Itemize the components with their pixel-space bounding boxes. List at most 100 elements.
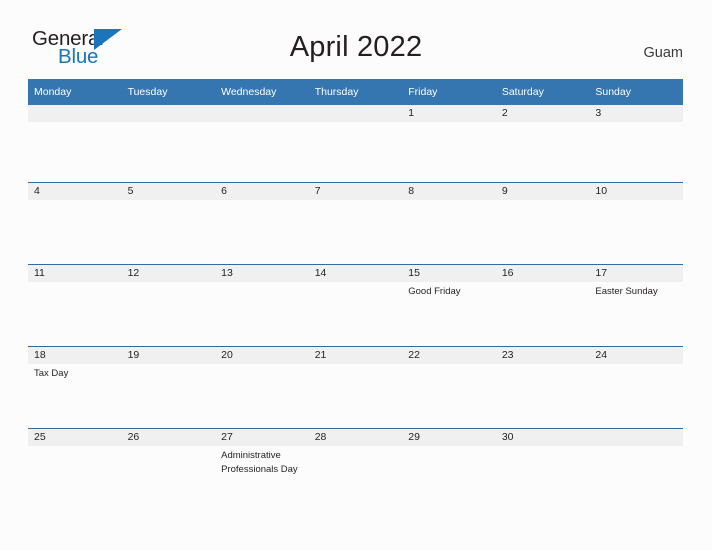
day-cell[interactable]: 5 [121,182,216,265]
location-label: Guam [643,45,684,61]
page-title: April 2022 [289,31,423,63]
day-cell[interactable]: 11 [28,264,122,347]
day-cell[interactable]: 8 [402,182,496,265]
day-number: 21 [308,347,403,364]
day-events [589,364,683,367]
day-events [215,364,309,367]
week-row: 1 2 3 [28,105,683,183]
day-number: 10 [589,183,683,200]
day-number: 17 [589,265,683,282]
day-cell[interactable]: 2 [495,105,590,183]
week-row: 18 Tax Day 19 20 21 22 23 24 [28,346,683,429]
day-cell[interactable] [28,105,122,183]
event-label: Easter Sunday [595,286,658,297]
day-cell[interactable]: 26 [121,428,216,505]
day-events [496,282,590,285]
day-number: 14 [308,265,403,282]
weekday-header-thursday: Thursday [308,79,403,105]
day-number: 29 [402,429,496,446]
day-cell[interactable]: 7 [308,182,403,265]
day-events [496,122,590,125]
day-cell[interactable]: 17 Easter Sunday [589,264,683,347]
day-cell[interactable]: 12 [121,264,216,347]
day-events [28,122,122,125]
day-cell[interactable]: 27 Administrative Professionals Day [215,428,309,505]
week-row: 4 5 6 7 8 9 10 [28,182,683,265]
weekday-header-row: Monday Tuesday Wednesday Thursday Friday… [28,79,683,105]
day-cell[interactable]: 3 [589,105,683,183]
day-events: Good Friday [402,282,496,299]
day-cell[interactable]: 1 [402,105,496,183]
day-events [589,446,683,449]
day-cell[interactable]: 30 [495,428,590,505]
day-number: 26 [121,429,216,446]
day-number: 5 [121,183,216,200]
day-cell[interactable]: 14 [308,264,403,347]
day-events [496,364,590,367]
day-events [215,282,309,285]
day-number: 28 [308,429,403,446]
day-events: Administrative Professionals Day [215,446,309,476]
week-row: 11 12 13 14 15 Good Friday 16 17 Easter Su… [28,264,683,347]
day-number: 15 [402,265,496,282]
day-cell[interactable]: 20 [215,346,309,429]
day-events [122,364,216,367]
day-cell[interactable]: 13 [215,264,309,347]
day-events [402,122,496,125]
day-cell[interactable]: 25 [28,428,122,505]
day-cell[interactable] [589,428,683,505]
day-number [215,105,309,122]
event-label: Tax Day [34,368,69,379]
calendar-body: 1 2 3 4 5 6 7 8 9 10 11 12 13 14 15 Good … [28,105,683,505]
day-events [309,122,403,125]
day-number: 19 [121,347,216,364]
day-number: 9 [495,183,590,200]
day-events [496,200,590,203]
day-number: 16 [495,265,590,282]
day-cell[interactable] [215,105,309,183]
day-number: 24 [589,347,683,364]
day-cell[interactable]: 22 [402,346,496,429]
day-number: 12 [121,265,216,282]
day-number: 22 [402,347,496,364]
day-events [496,446,590,449]
day-number: 18 [28,347,122,364]
day-number: 4 [28,183,122,200]
day-number: 3 [589,105,683,122]
day-number [308,105,403,122]
page-header: General Blue April 2022 Guam [0,0,712,78]
day-cell[interactable]: 24 [589,346,683,429]
day-cell[interactable]: 23 [495,346,590,429]
day-cell[interactable] [308,105,403,183]
calendar-grid: Monday Tuesday Wednesday Thursday Friday… [28,79,683,505]
day-number: 1 [402,105,496,122]
day-cell[interactable]: 15 Good Friday [402,264,496,347]
day-events [122,122,216,125]
day-number: 7 [308,183,403,200]
day-cell[interactable]: 9 [495,182,590,265]
weekday-header-wednesday: Wednesday [215,79,309,105]
day-events: Tax Day [28,364,122,381]
day-events [122,282,216,285]
day-cell[interactable]: 16 [495,264,590,347]
day-cell[interactable]: 4 [28,182,122,265]
day-cell[interactable]: 18 Tax Day [28,346,122,429]
day-cell[interactable]: 28 [308,428,403,505]
day-events [28,282,122,285]
day-cell[interactable]: 29 [402,428,496,505]
day-number: 27 [215,429,309,446]
day-events [309,282,403,285]
day-number: 23 [495,347,590,364]
day-number: 25 [28,429,122,446]
day-events [28,200,122,203]
day-cell[interactable]: 6 [215,182,309,265]
day-events [309,446,403,449]
day-cell[interactable]: 19 [121,346,216,429]
day-cell[interactable] [121,105,216,183]
day-number: 2 [495,105,590,122]
day-number [28,105,122,122]
day-cell[interactable]: 10 [589,182,683,265]
day-cell[interactable]: 21 [308,346,403,429]
day-events [122,446,216,449]
weekday-header-saturday: Saturday [495,79,590,105]
